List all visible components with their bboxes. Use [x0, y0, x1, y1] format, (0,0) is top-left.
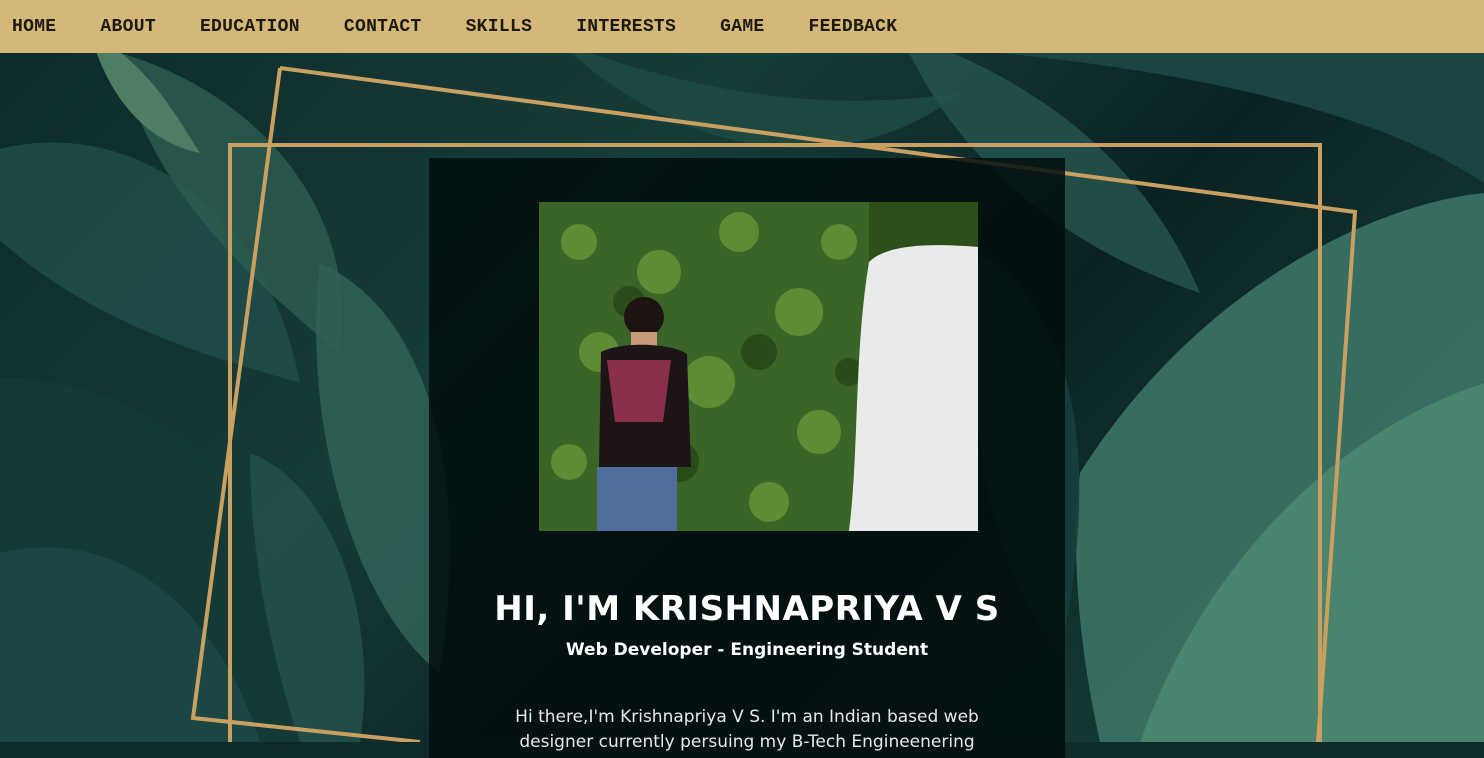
profile-photo [539, 202, 978, 531]
nav-home-link[interactable]: HOME [0, 17, 78, 37]
nav-game-link[interactable]: GAME [698, 17, 786, 37]
hero-intro: Hi there,I'm Krishnapriya V S. I'm an In… [515, 707, 979, 752]
hero-name: HI, I'M KRISHNAPRIYA V S [494, 588, 1000, 629]
profile-photo-art [539, 202, 978, 531]
nav-about-link[interactable]: ABOUT [78, 17, 178, 37]
nav-contact-link[interactable]: CONTACT [322, 17, 444, 37]
nav-feedback-link[interactable]: FEEDBACK [787, 17, 920, 37]
nav-education-link[interactable]: EDUCATION [178, 17, 322, 37]
hero-role: Web Developer - Engineering Student [565, 640, 929, 660]
nav-skills-link[interactable]: SKILLS [444, 17, 555, 37]
top-nav: HOME ABOUT EDUCATION CONTACT SKILLS INTE… [0, 0, 1484, 53]
hero-card: HI, I'M KRISHNAPRIYA V S Web Developer -… [429, 158, 1065, 758]
nav-interests-link[interactable]: INTERESTS [554, 17, 698, 37]
